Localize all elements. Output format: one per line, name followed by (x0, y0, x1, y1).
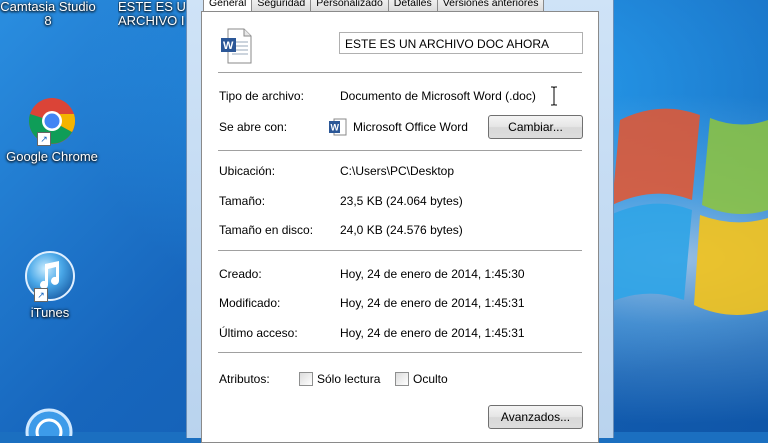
readonly-label: Sólo lectura (317, 372, 381, 386)
opens-with-label: Se abre con: (219, 120, 288, 134)
desktop-icon-label: Camtasia Studio (0, 0, 96, 14)
hidden-checkbox[interactable] (395, 372, 409, 386)
properties-dialog: General Seguridad Personalizado Detalles… (186, 0, 614, 443)
separator (218, 250, 582, 252)
separator (218, 72, 582, 74)
desktop-icon-partial[interactable] (24, 406, 74, 443)
chrome-icon: ↗ (27, 96, 77, 146)
opens-with-value: Microsoft Office Word (353, 120, 468, 134)
advanced-button[interactable]: Avanzados... (488, 405, 583, 429)
desktop-icon-doc-file[interactable]: ESTE ES U ARCHIVO I (118, 0, 188, 28)
created-label: Creado: (219, 267, 262, 281)
desktop-icon-label: Google Chrome (6, 149, 98, 164)
windows-logo (604, 108, 768, 315)
change-button[interactable]: Cambiar... (488, 115, 583, 139)
desktop-icon-label: 8 (44, 13, 52, 28)
shortcut-arrow-icon: ↗ (34, 288, 48, 302)
svg-text:W: W (223, 40, 234, 52)
word-app-icon: W (329, 118, 347, 136)
readonly-checkbox[interactable] (299, 372, 313, 386)
size-label: Tamaño: (219, 194, 266, 208)
accessed-value: Hoy, 24 de enero de 2014, 1:45:31 (340, 326, 525, 340)
desktop-icon-label: ARCHIVO I (118, 13, 185, 28)
hidden-label: Oculto (413, 372, 448, 386)
file-name-input[interactable]: ESTE ES UN ARCHIVO DOC AHORA (339, 32, 583, 54)
text-cursor-icon (551, 86, 557, 106)
itunes-icon: ↗ (24, 250, 76, 302)
desktop-icon-itunes[interactable]: ↗ iTunes (0, 250, 102, 320)
desktop-icon-chrome[interactable]: ↗ Google Chrome (0, 96, 104, 164)
general-panel: W ESTE ES UN ARCHIVO DOC AHORA Tipo de a… (201, 11, 599, 443)
disk-size-value: 24,0 KB (24.576 bytes) (340, 223, 463, 237)
desktop-icon-label: iTunes (30, 305, 70, 320)
location-label: Ubicación: (219, 164, 276, 178)
word-document-icon: W (221, 28, 252, 64)
location-value: C:\Users\PC\Desktop (340, 164, 455, 178)
separator (218, 150, 582, 152)
created-value: Hoy, 24 de enero de 2014, 1:45:30 (340, 267, 525, 281)
disk-size-label: Tamaño en disco: (219, 223, 314, 237)
file-type-label: Tipo de archivo: (219, 89, 304, 103)
desktop-icon-camtasia[interactable]: Camtasia Studio 8 (0, 0, 100, 28)
size-value: 23,5 KB (24.064 bytes) (340, 194, 463, 208)
modified-label: Modificado: (219, 296, 281, 310)
shortcut-arrow-icon: ↗ (37, 132, 51, 146)
svg-text:W: W (331, 123, 340, 133)
accessed-label: Último acceso: (219, 326, 298, 340)
desktop-icon-label: ESTE ES U (118, 0, 186, 14)
separator (218, 352, 582, 354)
modified-value: Hoy, 24 de enero de 2014, 1:45:31 (340, 296, 525, 310)
attributes-label: Atributos: (219, 372, 270, 386)
file-type-value: Documento de Microsoft Word (.doc) (340, 89, 536, 103)
